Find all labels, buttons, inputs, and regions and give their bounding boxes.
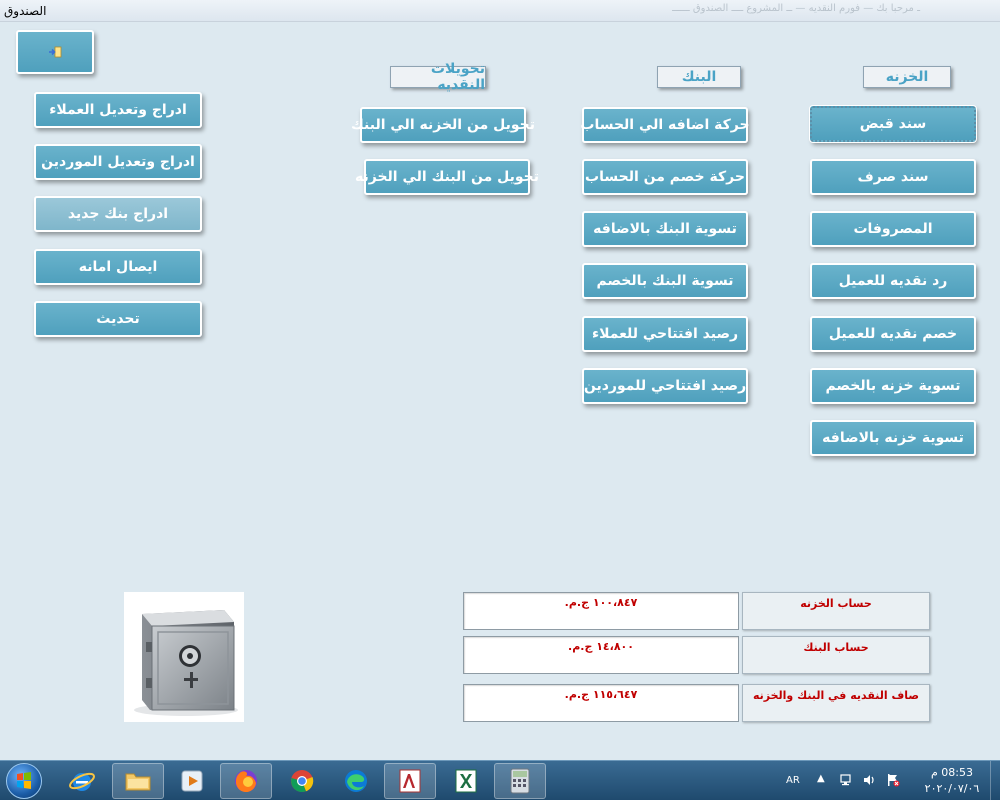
- start-button[interactable]: [6, 763, 42, 799]
- customers-opening-balance-button[interactable]: رصيد افتتاحي للعملاء: [582, 316, 748, 352]
- folder-icon: [125, 773, 151, 791]
- cash-form: الخزنه البنك تحويلات النقديه سند قبض سند…: [0, 22, 1000, 760]
- taskbar-excel[interactable]: [440, 763, 492, 799]
- receipt-voucher-button[interactable]: سند قبض: [809, 105, 977, 143]
- taskbar-access[interactable]: [384, 763, 436, 799]
- taskbar-internet-explorer[interactable]: [56, 763, 108, 799]
- media-player-icon: [181, 770, 203, 792]
- exit-button[interactable]: [16, 30, 94, 74]
- bank-balance-value: ١٤،٨٠٠ ج.م.: [463, 636, 739, 674]
- language-indicator[interactable]: AR: [786, 775, 800, 786]
- taskbar-calculator[interactable]: [494, 763, 546, 799]
- action-center-flag-icon[interactable]: [886, 773, 900, 787]
- taskbar-edge[interactable]: [330, 763, 382, 799]
- safe-image: [124, 592, 244, 722]
- edge-icon: [345, 770, 367, 792]
- suppliers-edit-button[interactable]: ادراج وتعديل الموردين: [34, 144, 202, 180]
- clock-date[interactable]: ٢٠٢٠/٠٧/٠٦: [914, 782, 990, 795]
- show-desktop-button[interactable]: [990, 761, 1000, 800]
- chrome-icon: [291, 770, 314, 793]
- excel-icon: [455, 769, 477, 793]
- calculator-icon: [510, 768, 530, 794]
- exit-door-icon: [49, 46, 62, 58]
- taskbar-chrome[interactable]: [276, 763, 328, 799]
- internet-explorer-icon: [69, 772, 95, 791]
- customer-cash-refund-button[interactable]: رد نقديه للعميل: [810, 263, 976, 299]
- show-hidden-icons-icon[interactable]: ▲: [817, 773, 825, 784]
- volume-icon[interactable]: [862, 773, 876, 787]
- bank-deduct-settlement-button[interactable]: تسوية البنك بالخصم: [582, 263, 748, 299]
- transfers-header: تحويلات النقديه: [390, 61, 486, 93]
- net-cash-value: ١١٥،٦٤٧ ج.م.: [463, 684, 739, 722]
- customers-edit-button[interactable]: ادراج وتعديل العملاء: [34, 92, 202, 128]
- customer-cash-discount-button[interactable]: خصم نقديه للعميل: [810, 316, 976, 352]
- network-icon[interactable]: [840, 773, 854, 787]
- bank-header: البنك: [657, 66, 741, 88]
- window-caption-faint: ـ مرحبا بك — فورم النقديه — ــ المشروع ـ…: [672, 3, 920, 14]
- taskbar-firefox[interactable]: [220, 763, 272, 799]
- trust-receipt-button[interactable]: ايصال امانه: [34, 249, 202, 285]
- suppliers-opening-balance-button[interactable]: رصيد افتتاحي للموردين: [582, 368, 748, 404]
- form-title: الصندوق: [4, 4, 47, 18]
- windows-taskbar: AR ▲ 08:53 م ٢٠٢٠/٠٧/٠٦: [0, 760, 1000, 800]
- firefox-icon: [235, 770, 257, 793]
- treasury-balance-label: حساب الخزنه: [742, 592, 930, 630]
- taskbar-media-player[interactable]: [166, 763, 218, 799]
- net-cash-label: صاف النقديه في البنك والخزنه: [742, 684, 930, 722]
- title-bar: ـ مرحبا بك — فورم النقديه — ــ المشروع ـ…: [0, 0, 1000, 22]
- treasury-header: الخزنه: [863, 66, 951, 88]
- treasury-to-bank-button[interactable]: تحويل من الخزنه الي البنك: [351, 107, 535, 143]
- bank-deposit-button[interactable]: حركة اضافه الي الحساب: [580, 107, 750, 143]
- treasury-balance-value: ١٠٠،٨٤٧ ج.م.: [463, 592, 739, 630]
- expenses-button[interactable]: المصروفات: [810, 211, 976, 247]
- refresh-button[interactable]: تحديث: [34, 301, 202, 337]
- add-bank-button[interactable]: ادراج بنك جديد: [34, 196, 202, 232]
- bank-add-settlement-button[interactable]: تسوية البنك بالاضافه: [582, 211, 748, 247]
- payment-voucher-button[interactable]: سند صرف: [810, 159, 976, 195]
- taskbar-file-explorer[interactable]: [112, 763, 164, 799]
- bank-withdrawal-button[interactable]: حركة خصم من الحساب: [582, 159, 748, 195]
- bank-to-treasury-button[interactable]: تحويل من البنك الي الخزنه: [355, 159, 539, 195]
- safe-icon: [134, 610, 238, 716]
- treasury-add-settlement-button[interactable]: تسوية خزنه بالاضافه: [810, 420, 976, 456]
- clock-time[interactable]: 08:53 م: [920, 766, 984, 779]
- windows-logo-icon: [17, 772, 31, 789]
- bank-balance-label: حساب البنك: [742, 636, 930, 674]
- treasury-deduct-settlement-button[interactable]: تسوية خزنه بالخصم: [810, 368, 976, 404]
- access-icon: [399, 769, 421, 793]
